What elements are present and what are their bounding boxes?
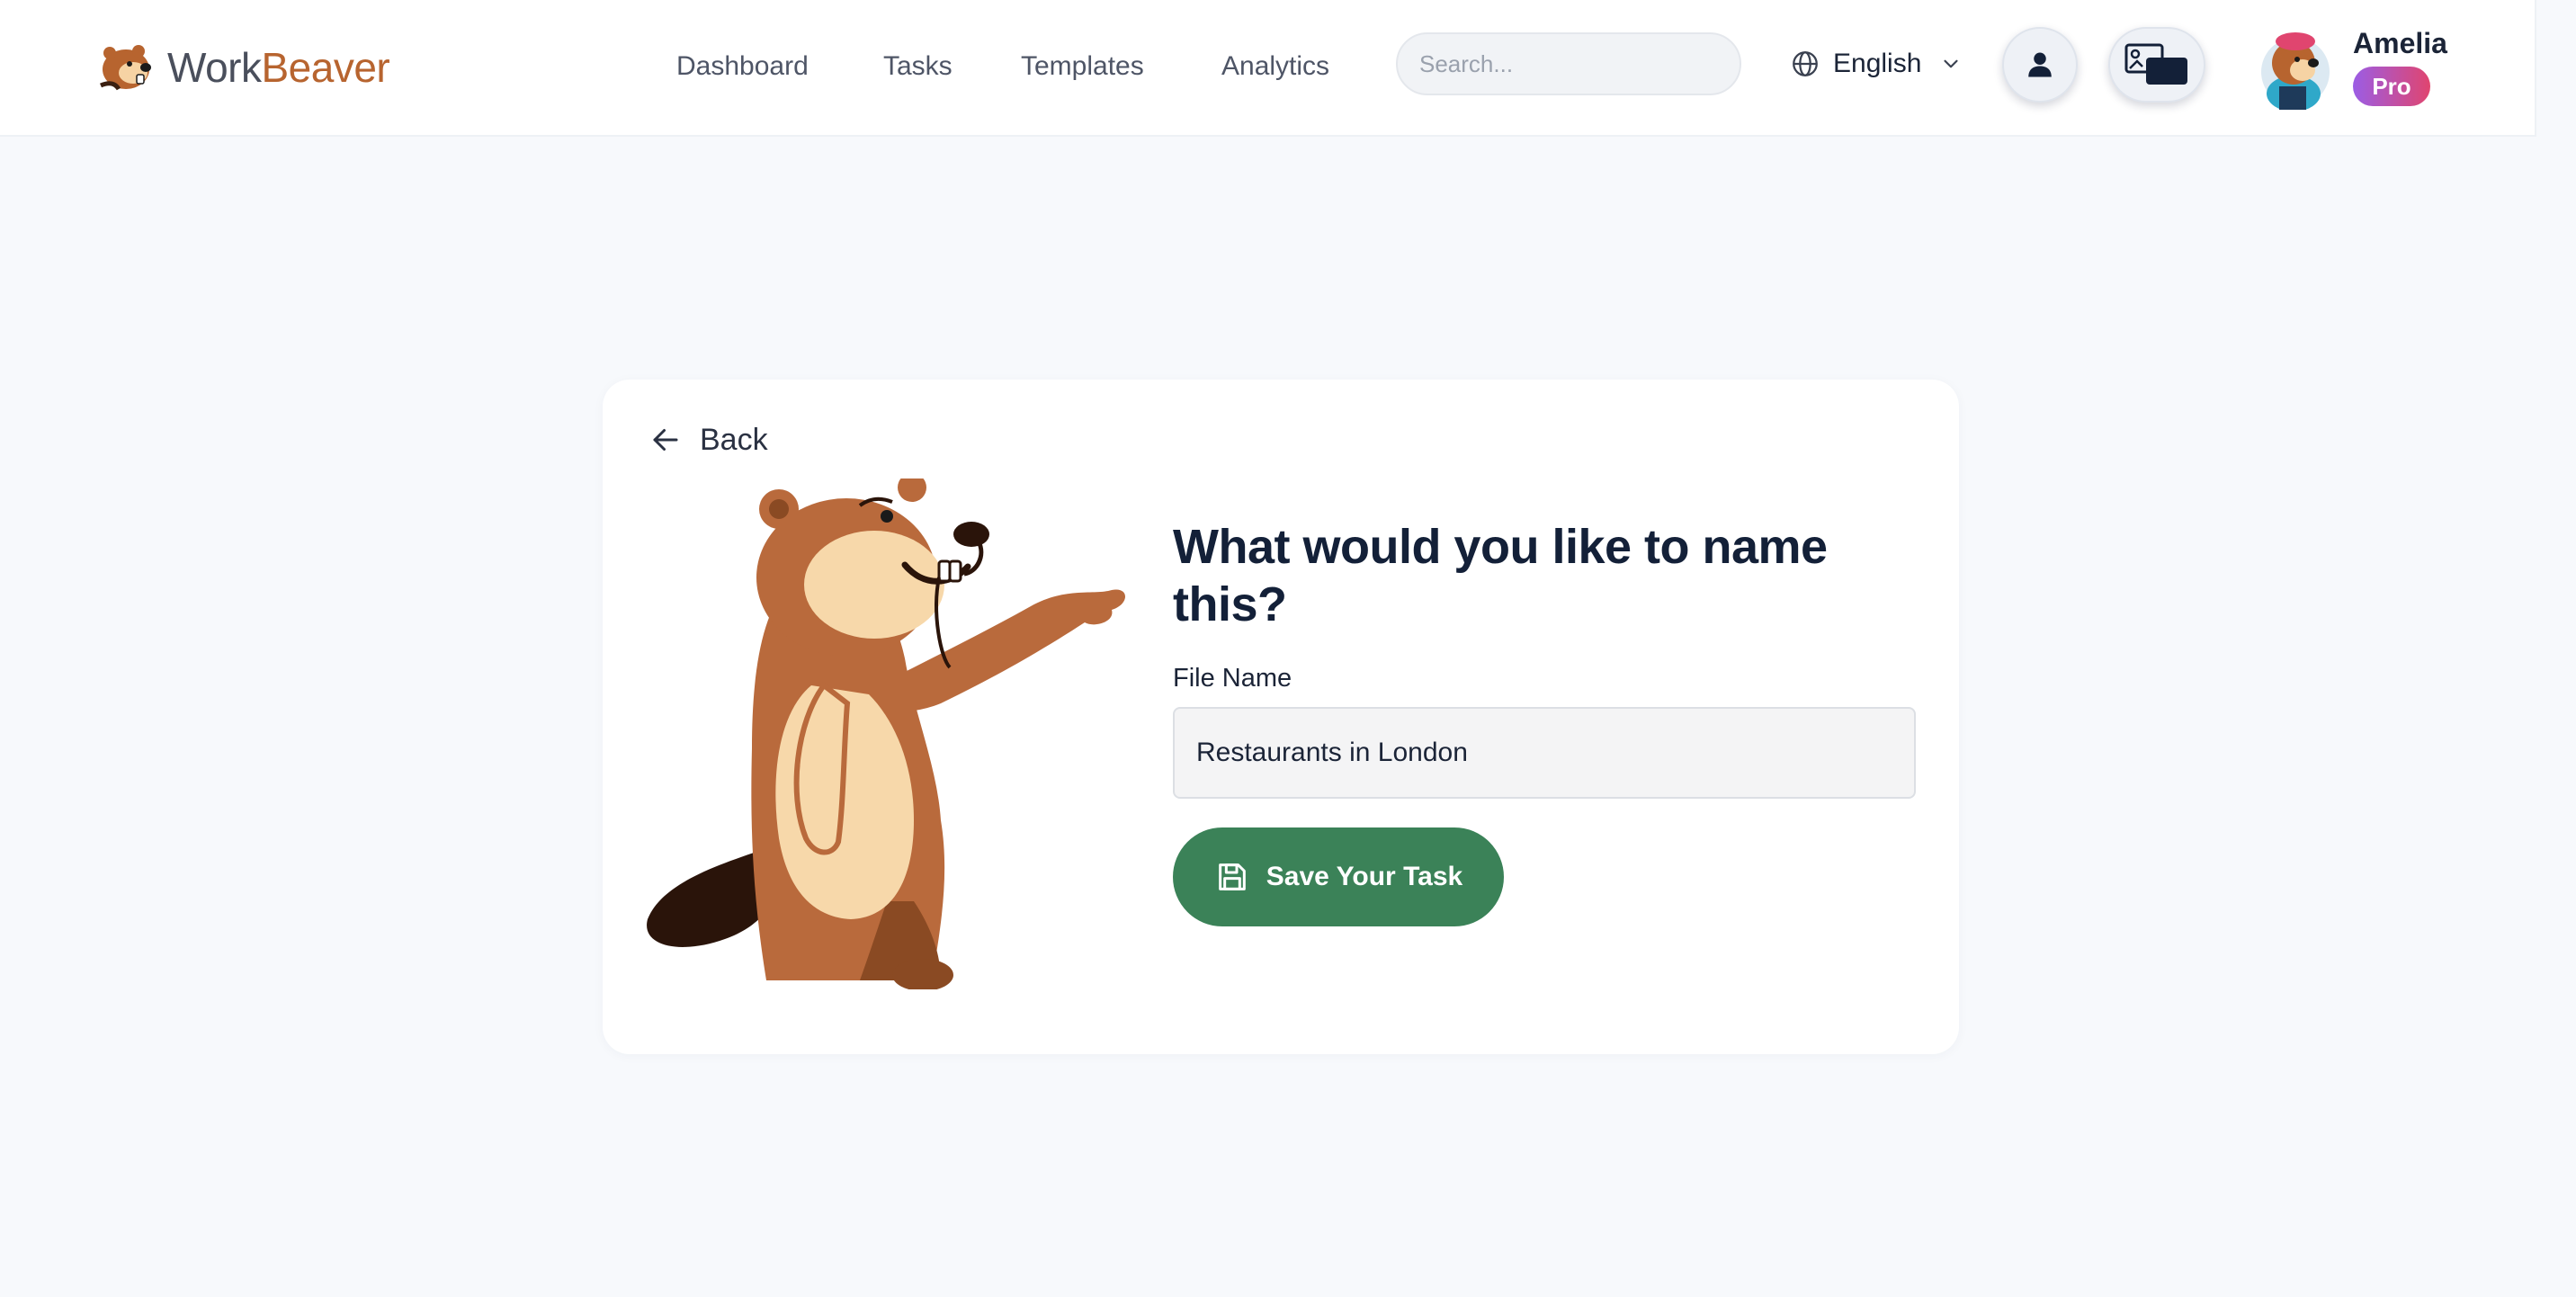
search-input[interactable] <box>1419 49 1721 78</box>
language-label: English <box>1833 49 1922 78</box>
screen-share-button[interactable] <box>2108 27 2205 103</box>
arrow-left-icon <box>653 429 678 451</box>
pro-badge: Pro <box>2353 67 2430 106</box>
search-box[interactable] <box>1396 32 1741 95</box>
save-task-button[interactable]: Save Your Task <box>1173 827 1504 926</box>
top-header: WorkBeaver Dashboard Tasks Templates Ana… <box>0 0 2536 137</box>
back-label: Back <box>700 422 768 457</box>
beaver-logo-icon <box>100 45 151 91</box>
globe-icon <box>1793 51 1818 76</box>
chevron-down-icon <box>1944 59 1958 68</box>
save-task-label: Save Your Task <box>1266 862 1463 891</box>
nav-dashboard[interactable]: Dashboard <box>676 47 809 86</box>
user-icon <box>2028 52 2052 77</box>
name-task-card: Back What would you like to name this? F… <box>603 380 1959 1054</box>
nav-templates[interactable]: Templates <box>1021 47 1144 86</box>
file-name-label: File Name <box>1173 664 1292 693</box>
beaver-illustration <box>647 479 1125 989</box>
logo-wordmark: WorkBeaver <box>167 43 390 92</box>
workbeaver-logo[interactable]: WorkBeaver <box>97 36 390 99</box>
nav-analytics[interactable]: Analytics <box>1221 47 1329 86</box>
file-name-input[interactable] <box>1173 707 1916 799</box>
screen-share-icon <box>2124 43 2187 85</box>
logo-beaver-text: Beaver <box>261 44 390 91</box>
user-menu[interactable]: Amelia Pro <box>2259 23 2457 112</box>
user-name: Amelia <box>2353 27 2447 59</box>
floppy-disk-icon <box>1218 863 1246 890</box>
page-title: What would you like to name this? <box>1173 520 1828 631</box>
profile-button[interactable] <box>2002 27 2078 103</box>
nav-tasks[interactable]: Tasks <box>883 47 953 86</box>
avatar[interactable] <box>2259 23 2331 110</box>
language-selector[interactable]: English <box>1790 43 1963 85</box>
logo-work-text: Work <box>167 44 262 91</box>
back-button[interactable]: Back <box>649 417 768 462</box>
